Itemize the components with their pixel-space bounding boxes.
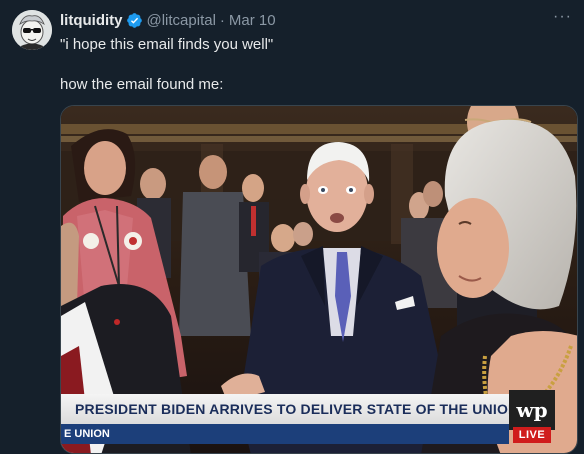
more-options-icon[interactable]: ··· xyxy=(553,8,572,26)
ticker-text: E UNION xyxy=(64,428,110,440)
tweet-header: litquidity @litcapital · Mar 10 xyxy=(60,10,276,30)
headline-text: PRESIDENT BIDEN ARRIVES TO DELIVER STATE… xyxy=(75,401,519,417)
network-logo: wp xyxy=(509,390,555,430)
tweet-text-line-1: "i hope this email finds you well" xyxy=(60,36,274,53)
network-logo-text: wp xyxy=(516,398,548,422)
tweet-date[interactable]: Mar 10 xyxy=(229,12,276,29)
author-handle[interactable]: @litcapital xyxy=(147,12,216,29)
live-label: LIVE xyxy=(518,429,546,441)
verified-badge-icon[interactable] xyxy=(126,12,143,29)
news-ticker: E UNION xyxy=(61,424,509,444)
author-avatar[interactable] xyxy=(12,10,52,50)
avatar-cartoon-icon xyxy=(12,10,52,50)
header-separator: · xyxy=(219,11,225,29)
tweet-text-line-2: how the email found me: xyxy=(60,76,224,93)
live-badge: LIVE xyxy=(513,427,551,443)
tweet-media-video[interactable]: PRESIDENT BIDEN ARRIVES TO DELIVER STATE… xyxy=(60,105,578,454)
author-name[interactable]: litquidity xyxy=(60,12,123,29)
news-headline-banner: PRESIDENT BIDEN ARRIVES TO DELIVER STATE… xyxy=(61,394,518,424)
tweet-card[interactable]: litquidity @litcapital · Mar 10 ··· "i h… xyxy=(0,0,584,454)
